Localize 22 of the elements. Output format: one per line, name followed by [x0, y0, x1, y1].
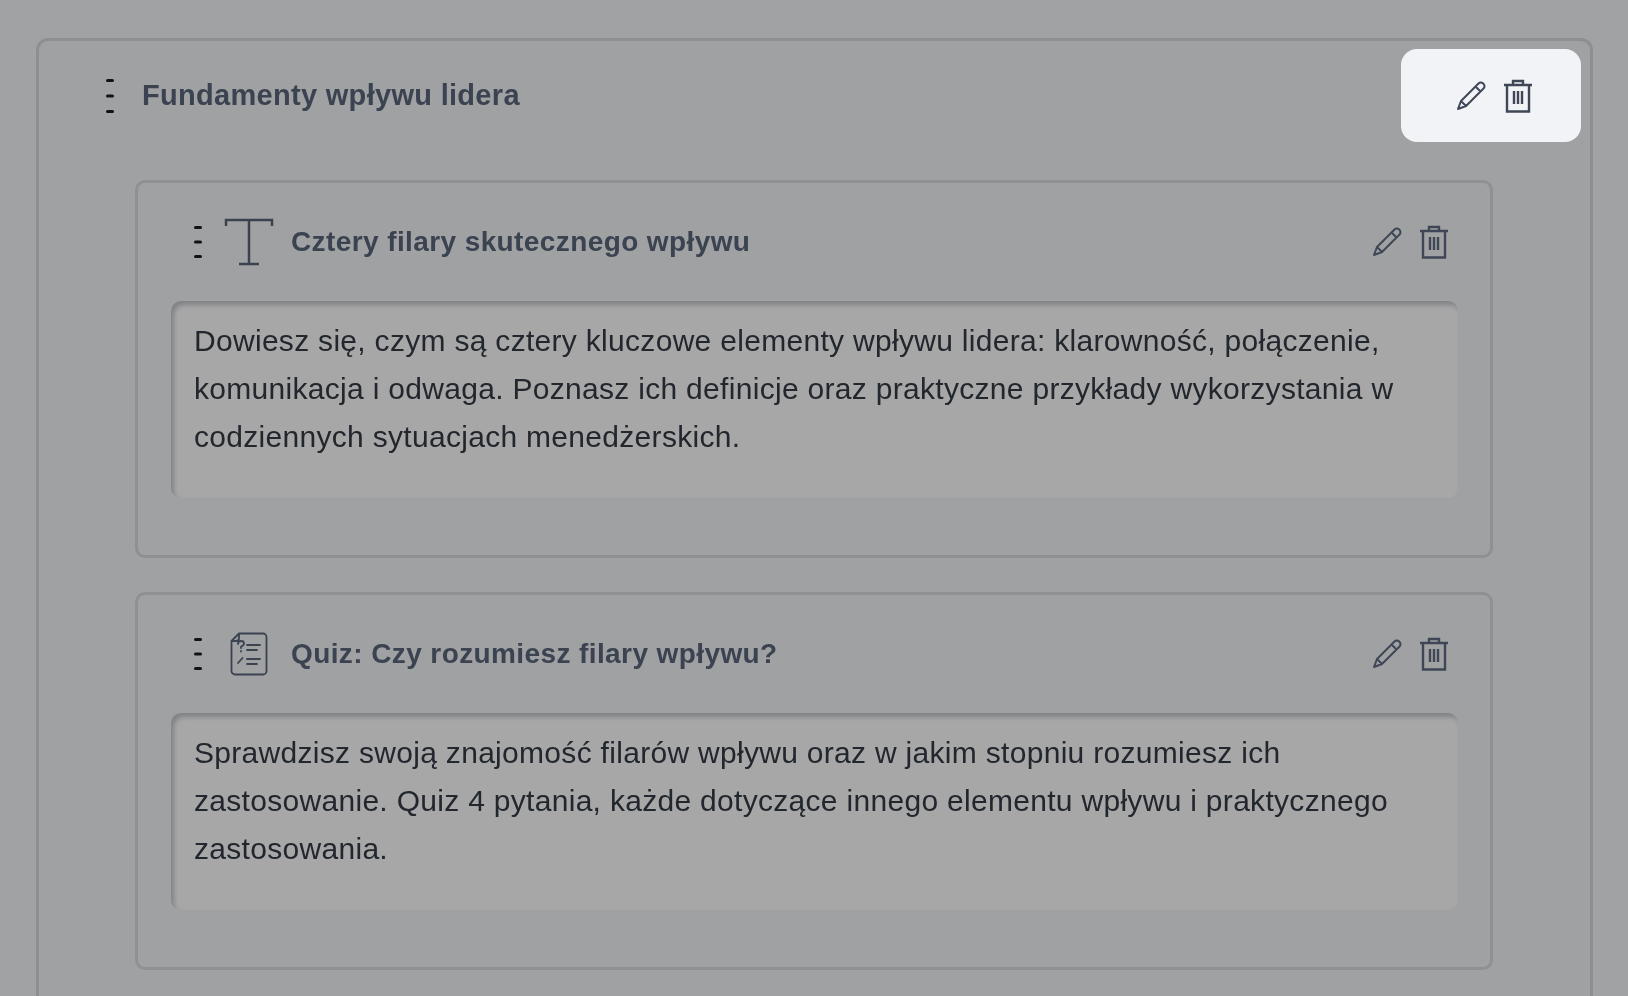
text-type-icon: [224, 217, 274, 267]
lesson-description: Sprawdzisz swoją znajomość filarów wpływu oraz w jakim stopniu rozumiesz ich zastosowanie. Quiz 4 pytania, każde dotyczące innego elementu wpływu i praktycznego zastosowania.: [171, 713, 1458, 910]
delete-button[interactable]: [1503, 78, 1533, 113]
checklist-document-icon: [230, 632, 268, 676]
drag-handle-icon[interactable]: [106, 78, 114, 113]
trash-icon: [1503, 78, 1533, 113]
lesson-description: Dowiesz się, czym są cztery kluczowe elementy wpływu lidera: klarowność, połączenie, komunikacja i odwaga. Poznasz ich definicje oraz praktyczne przykłady wykorzystania w codziennych sytuacjach menedżerskich.: [171, 301, 1458, 498]
delete-button[interactable]: [1419, 225, 1449, 259]
edit-button[interactable]: [1371, 226, 1403, 258]
pencil-icon: [1371, 638, 1403, 670]
drag-handle-icon[interactable]: [194, 638, 202, 670]
trash-icon: [1419, 225, 1449, 259]
lesson-title: Cztery filary skutecznego wpływu: [291, 225, 751, 259]
edit-button[interactable]: [1455, 79, 1487, 112]
lesson-title: Quiz: Czy rozumiesz filary wpływu?: [291, 637, 778, 671]
edit-button[interactable]: [1371, 638, 1403, 670]
module-title: Fundamenty wpływu lidera: [142, 78, 520, 113]
delete-button[interactable]: [1419, 637, 1449, 671]
pencil-icon: [1455, 79, 1487, 112]
trash-icon: [1419, 637, 1449, 671]
drag-handle-icon[interactable]: [194, 226, 202, 258]
pencil-icon: [1371, 226, 1403, 258]
